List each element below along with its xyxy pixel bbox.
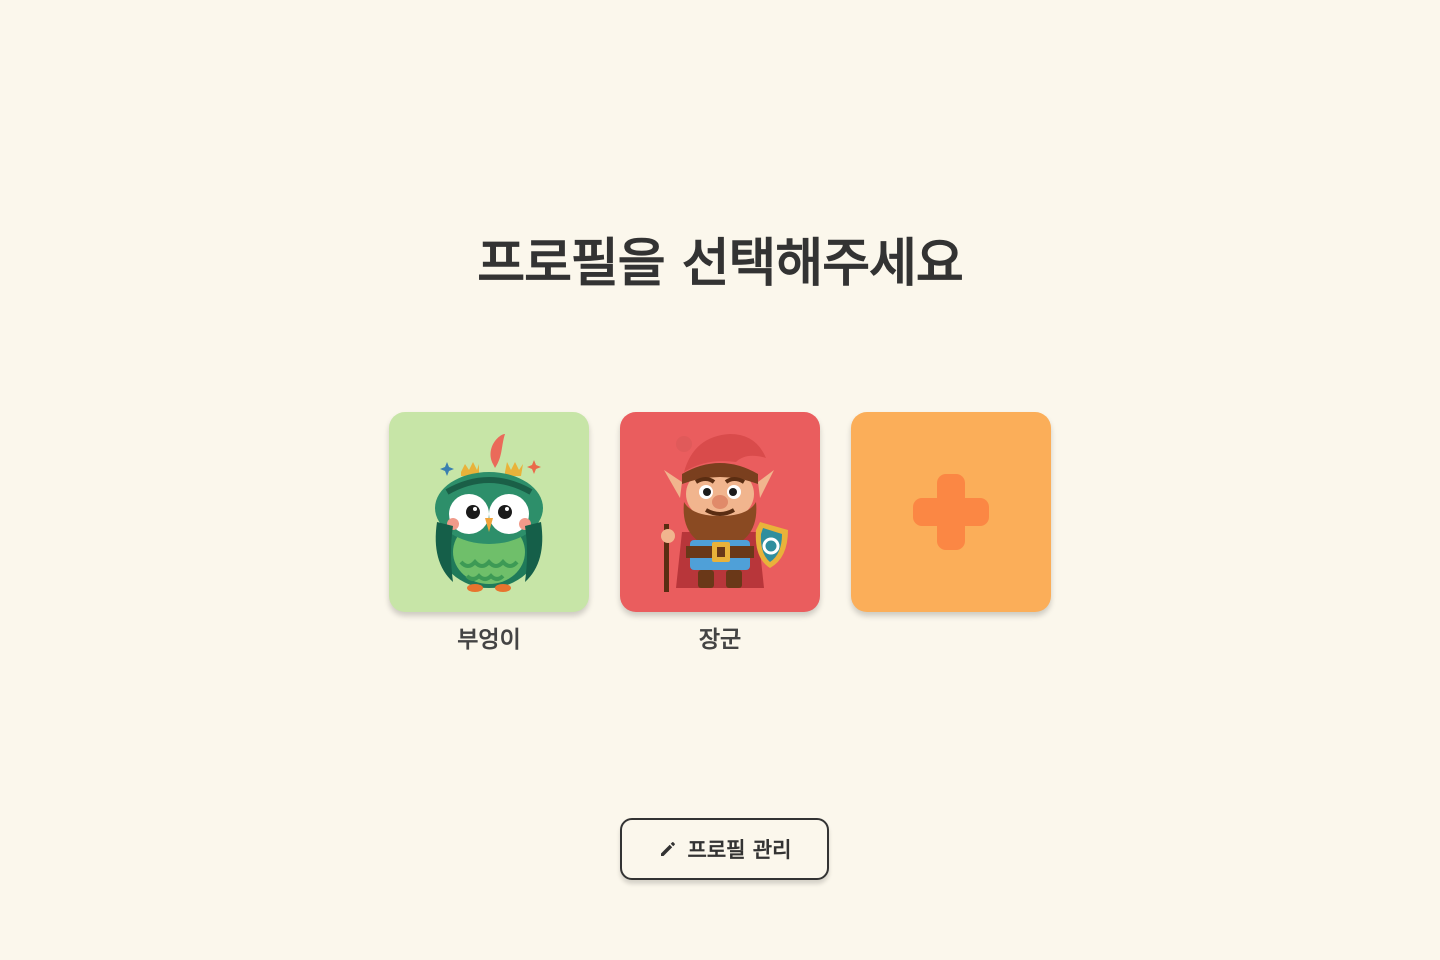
manage-profiles-button[interactable]: 프로필 관리 bbox=[620, 818, 829, 880]
manage-profiles-label: 프로필 관리 bbox=[687, 838, 792, 862]
owl-avatar-icon bbox=[435, 434, 543, 592]
add-profile[interactable] bbox=[851, 412, 1051, 656]
pencil-icon bbox=[660, 842, 675, 856]
profile-name-general: 장군 bbox=[698, 627, 742, 653]
page-title: 프로필을 선택해주세요 bbox=[477, 233, 964, 294]
add-profile-tile[interactable] bbox=[851, 412, 1051, 612]
profile-avatar-owl[interactable] bbox=[389, 412, 589, 612]
dwarf-warrior-avatar-icon bbox=[661, 434, 788, 592]
profile-name-owl: 부엉이 bbox=[457, 627, 521, 653]
profile-avatar-general[interactable] bbox=[620, 412, 820, 612]
profile-list: 부엉이 장군 bbox=[389, 412, 1051, 656]
profile-owl[interactable]: 부엉이 bbox=[389, 412, 589, 656]
plus-icon bbox=[913, 474, 989, 550]
profile-general[interactable]: 장군 bbox=[620, 412, 820, 656]
